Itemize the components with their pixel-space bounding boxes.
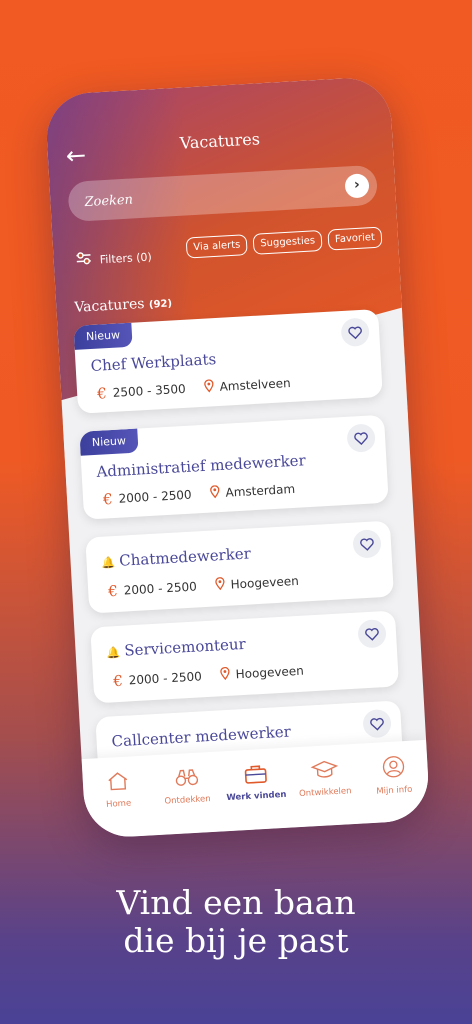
home-icon <box>106 771 129 796</box>
job-location: Amsterdam <box>225 481 296 500</box>
tab-label: Werk vinden <box>226 789 287 804</box>
job-title: Chef Werkplaats <box>90 350 217 376</box>
job-meta: € 2000 - 2500 Amsterdam <box>103 480 296 509</box>
binoculars-icon <box>174 767 199 792</box>
tagline-line-2: die bij je past <box>123 921 349 960</box>
chip-favoriet[interactable]: Favoriet <box>327 226 383 251</box>
tab-label: Mijn info <box>376 784 413 797</box>
tab-label: Home <box>105 798 132 810</box>
sliders-icon <box>75 251 92 270</box>
job-salary: 2500 - 3500 <box>112 381 187 400</box>
phone-frame: ← Vacatures › Filters (0) Via alerts Sug… <box>44 75 431 840</box>
list-count: (92) <box>148 298 173 311</box>
heart-icon[interactable] <box>346 423 376 453</box>
bell-icon: 🔔 <box>106 645 121 660</box>
job-card[interactable]: Nieuw Administratief medewerker € 2000 -… <box>79 414 389 520</box>
filters-label: Filters (0) <box>99 249 153 266</box>
user-icon <box>381 755 404 782</box>
job-location: Amstelveen <box>219 375 291 394</box>
tab-label: Ontwikkelen <box>298 786 352 800</box>
euro-icon: € <box>102 490 114 509</box>
location-pin-icon <box>214 577 225 594</box>
briefcase-icon <box>243 763 268 788</box>
job-salary: 2000 - 2500 <box>128 669 203 688</box>
job-card[interactable]: 🔔 Chatmedewerker € 2000 - 2500 Hoogeveen <box>85 520 395 614</box>
tab-werk-vinden[interactable]: Werk vinden <box>225 762 287 803</box>
euro-icon: € <box>96 384 108 403</box>
bell-icon: 🔔 <box>101 555 116 570</box>
chip-suggesties[interactable]: Suggesties <box>252 229 323 255</box>
location-pin-icon <box>203 379 214 396</box>
job-title: Callcenter medewerker <box>111 722 292 751</box>
tab-ontwikkelen[interactable]: Ontwikkelen <box>294 758 356 799</box>
chevron-right-icon[interactable]: › <box>344 173 370 199</box>
euro-icon: € <box>112 671 124 691</box>
job-location: Hoogeveen <box>235 663 305 682</box>
job-salary: 2000 - 2500 <box>118 487 192 506</box>
heart-icon[interactable] <box>362 708 392 739</box>
job-meta: € 2500 - 3500 Amstelveen <box>97 374 291 403</box>
new-badge: Nieuw <box>73 322 133 350</box>
tab-ontdekken[interactable]: Ontdekken <box>156 766 218 807</box>
job-title: 🔔 Servicemonteur <box>106 634 247 660</box>
tagline-line-1: Vind een baan <box>116 883 356 922</box>
location-pin-icon <box>209 485 220 502</box>
graduation-cap-icon <box>310 759 339 785</box>
heart-icon[interactable] <box>340 317 370 347</box>
heart-icon[interactable] <box>357 619 387 649</box>
tab-mijn-info[interactable]: Mijn info <box>362 754 424 797</box>
job-meta: € 2000 - 2500 Hoogeveen <box>108 572 299 601</box>
heart-icon[interactable] <box>352 529 382 559</box>
tab-home[interactable]: Home <box>87 770 149 811</box>
job-meta: € 2000 - 2500 Hoogeveen <box>113 662 304 691</box>
euro-icon: € <box>107 581 119 601</box>
chip-via-alerts[interactable]: Via alerts <box>185 234 248 259</box>
tab-label: Ontdekken <box>164 794 211 807</box>
job-card[interactable]: Nieuw Chef Werkplaats € 2500 - 3500 Amst… <box>73 308 383 414</box>
tagline: Vind een baan die bij je past <box>0 884 472 960</box>
job-title: Administratief medewerker <box>96 451 307 481</box>
job-location: Hoogeveen <box>230 573 300 592</box>
location-pin-icon <box>219 666 230 684</box>
new-badge: Nieuw <box>79 428 139 456</box>
job-title: 🔔 Chatmedewerker <box>101 544 252 570</box>
job-salary: 2000 - 2500 <box>123 579 198 598</box>
job-card[interactable]: 🔔 Servicemonteur € 2000 - 2500 Hoogeveen <box>90 610 400 704</box>
